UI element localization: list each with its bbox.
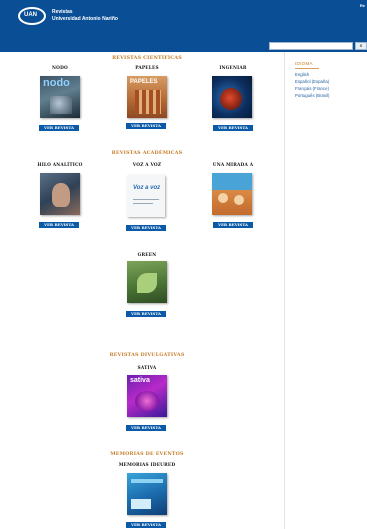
cover-title-papeles: PAPELES <box>130 79 158 85</box>
cover-title-voz-a-voz: Voz a voz <box>133 185 161 191</box>
section-title-academicas: REVISTAS ACADÉMICAS <box>111 150 183 156</box>
journal-cover-una-mirada-a[interactable] <box>212 173 252 215</box>
journal-cover-memorias-ideured[interactable] <box>127 473 167 515</box>
journal-cover-hilo-analitico[interactable] <box>40 173 80 215</box>
journal-cover-green[interactable] <box>127 261 167 303</box>
journal-name-sativa: SATIVA <box>137 366 157 371</box>
site-title[interactable]: Revistas Universidad Antonio Nariño <box>52 9 118 23</box>
journal-name-memorias-ideured: MEMORIAS IDEURED <box>118 463 176 468</box>
journal-cover-ingeniar[interactable] <box>212 76 252 118</box>
cover-art-papeles <box>135 90 161 114</box>
ver-revista-button-voz-a-voz[interactable]: VER REVISTA <box>126 225 166 231</box>
cover-art-green <box>137 273 157 293</box>
cover-title-sativa: sativa <box>130 377 150 384</box>
ver-revista-button-green[interactable]: VER REVISTA <box>126 311 166 317</box>
journal-name-papeles: PAPELES <box>135 66 159 71</box>
language-block-title: IDIOMA <box>295 61 313 66</box>
journal-cover-nodo[interactable]: nodo <box>40 76 80 118</box>
section-title-divulgativas: REVISTAS DIVULGATIVAS <box>109 352 185 358</box>
cover-band-memorias-2 <box>131 499 151 509</box>
header-corner-text: Re <box>359 3 365 8</box>
journal-name-nodo: NODO <box>52 66 68 71</box>
site-title-line1: Revistas <box>52 9 73 15</box>
language-link-english[interactable]: English <box>295 72 309 77</box>
search-input[interactable] <box>269 42 353 50</box>
cover-art-una-mirada-a-2 <box>234 195 244 205</box>
ver-revista-button-papeles[interactable]: VER REVISTA <box>126 123 166 129</box>
journal-name-una-mirada-a: UNA MIRADA A <box>212 163 254 168</box>
cover-line-2 <box>133 203 153 204</box>
university-logo-icon[interactable]: UAN <box>18 7 46 25</box>
journal-cover-papeles[interactable]: PAPELES <box>127 76 167 118</box>
language-title-divider <box>295 68 319 69</box>
cover-line-1 <box>133 199 159 200</box>
journal-name-green: GREEN <box>137 253 157 258</box>
cover-art-sativa <box>135 391 159 411</box>
ver-revista-button-ingeniar[interactable]: VER REVISTA <box>213 125 253 131</box>
site-header: UAN Revistas Universidad Antonio Nariño … <box>0 0 367 52</box>
cover-art-ingeniar <box>220 88 242 110</box>
sidebar: IDIOMA English Español (España) Français… <box>284 52 367 529</box>
ver-revista-button-una-mirada-a[interactable]: VER REVISTA <box>213 222 253 228</box>
cover-art-hilo-analitico <box>52 183 70 207</box>
section-title-memorias: MEMORIAS DE EVENTOS <box>110 451 184 457</box>
journal-name-hilo-analitico: HILO ANALÍTICO <box>37 163 83 168</box>
cover-art-nodo <box>50 96 72 114</box>
cover-art-una-mirada-a-1 <box>218 193 228 203</box>
site-title-line2: Universidad Antonio Nariño <box>52 16 118 22</box>
journal-cover-voz-a-voz[interactable]: Voz a voz <box>127 175 165 217</box>
language-link-portuguese[interactable]: Português (Brasil) <box>295 93 329 98</box>
journal-name-ingeniar: INGENIAR <box>219 66 247 71</box>
cover-title-nodo: nodo <box>43 77 70 89</box>
ver-revista-button-memorias-ideured[interactable]: VER REVISTA <box>126 522 166 528</box>
journal-cover-sativa[interactable]: sativa <box>127 375 167 417</box>
cover-band-memorias-1 <box>131 479 163 483</box>
logo-text: UAN <box>24 12 37 18</box>
language-link-spanish[interactable]: Español (España) <box>295 79 329 84</box>
ver-revista-button-hilo-analitico[interactable]: VER REVISTA <box>39 222 79 228</box>
section-title-cientificas: REVISTAS CIENTÍFICAS <box>112 55 182 61</box>
language-link-french[interactable]: Français (France) <box>295 86 329 91</box>
ver-revista-button-nodo[interactable]: VER REVISTA <box>39 125 79 131</box>
search-button[interactable]: B <box>355 42 367 50</box>
journal-name-voz-a-voz: VOZ A VOZ <box>132 163 162 168</box>
ver-revista-button-sativa[interactable]: VER REVISTA <box>126 425 166 431</box>
